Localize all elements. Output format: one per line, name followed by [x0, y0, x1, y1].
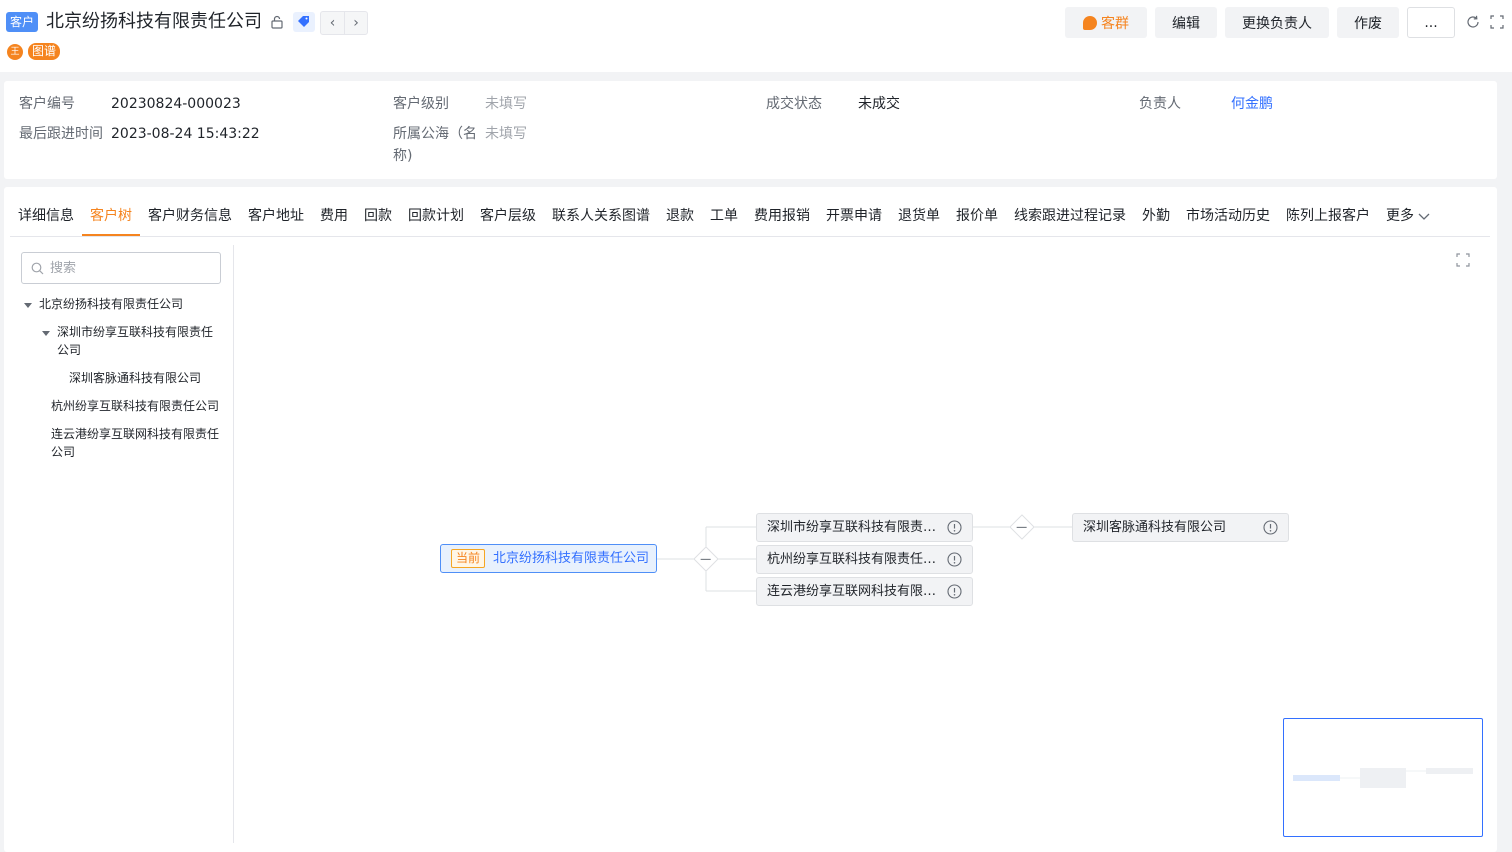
graph-node-hangzhou[interactable]: 杭州纷享互联科技有限责任公司: [756, 545, 973, 574]
owner-label: 负责人: [1139, 96, 1181, 112]
current-tag: 当前: [451, 549, 486, 568]
detail-panel: 详细信息 客户树 客户财务信息 客户地址 费用 回款 回款计划 客户层级 联系人…: [4, 187, 1497, 852]
object-type-badge: 客户: [6, 12, 38, 32]
info-icon[interactable]: [947, 552, 962, 567]
tree-node-root[interactable]: 北京纷扬科技有限责任公司: [39, 295, 183, 313]
customer-group-label: 客群: [1101, 15, 1129, 32]
tab-lead-followup[interactable]: 线索跟进过程记录: [1006, 201, 1134, 236]
record-navigation: ‹ ›: [320, 11, 368, 35]
last-follow-value: 2023-08-24 15:43:22: [111, 126, 260, 142]
next-record-button[interactable]: ›: [343, 12, 367, 34]
tree-node-lianyungang-wrap[interactable]: 公司: [51, 443, 75, 461]
tab-reimbursement[interactable]: 费用报销: [746, 201, 818, 236]
info-icon[interactable]: [1263, 520, 1278, 535]
pool-label-line1: 所属公海（名: [393, 126, 477, 142]
customer-tree-panel: 北京纷扬科技有限责任公司 深圳市纷享互联科技有限责任 公司 深圳客脉通科技有限公…: [10, 245, 234, 843]
tab-finance[interactable]: 客户财务信息: [140, 201, 240, 236]
refresh-icon[interactable]: [1466, 15, 1480, 29]
collapse-toggle[interactable]: [1009, 514, 1035, 540]
customer-no-value: 20230824-000023: [111, 96, 241, 112]
tab-more[interactable]: 更多: [1378, 201, 1439, 236]
tree-search-input[interactable]: [50, 253, 216, 283]
graph-minimap[interactable]: [1283, 718, 1483, 837]
tree-node-shenzhen[interactable]: 深圳市纷享互联科技有限责任: [57, 323, 213, 341]
tab-detail[interactable]: 详细信息: [10, 201, 82, 236]
prev-record-button[interactable]: ‹: [321, 12, 344, 34]
map-tag[interactable]: 图谱: [28, 43, 61, 60]
lock-icon[interactable]: [270, 15, 284, 29]
info-icon[interactable]: [947, 520, 962, 535]
last-follow-label: 最后跟进时间: [19, 126, 103, 142]
more-actions-button[interactable]: ...: [1407, 7, 1455, 38]
tag-icon[interactable]: [293, 12, 315, 32]
customer-group-button[interactable]: 客群: [1065, 7, 1147, 38]
tree-node-shenzhen-wrap[interactable]: 公司: [57, 341, 81, 359]
search-icon: [31, 262, 44, 275]
graph-node-current-label: 北京纷扬科技有限责任公司: [493, 551, 650, 566]
chevron-right-icon: ›: [353, 15, 359, 31]
chevron-left-icon: ‹: [329, 15, 336, 31]
tab-expense[interactable]: 费用: [312, 201, 356, 236]
tree-node-lianyungang[interactable]: 连云港纷享互联网科技有限责任: [51, 425, 219, 443]
graph-node-kemaitong[interactable]: 深圳客脉通科技有限公司: [1072, 513, 1289, 542]
expand-caret-icon[interactable]: [42, 331, 50, 336]
void-button[interactable]: 作废: [1337, 7, 1399, 38]
graph-node-lianyungang-label: 连云港纷享互联网科技有限责任公司: [767, 584, 937, 599]
record-header: 客户 北京纷扬科技有限责任公司 ‹ › 王 图谱 客群 编辑 更换负责人 作废 …: [0, 0, 1512, 72]
minimap-preview: [1293, 768, 1473, 788]
chat-bubble-icon: [1083, 15, 1097, 30]
chevron-down-icon: [1418, 213, 1430, 220]
minus-icon: [1016, 526, 1027, 528]
pool-label-line2: 称): [393, 148, 413, 164]
graph-node-shenzhen-label: 深圳市纷享互联科技有限责任公司: [767, 520, 937, 535]
tab-hierarchy[interactable]: 客户层级: [472, 201, 544, 236]
tree-node-kemaitong[interactable]: 深圳客脉通科技有限公司: [69, 369, 201, 387]
tab-contact-graph[interactable]: 联系人关系图谱: [544, 201, 658, 236]
level-label: 客户级别: [393, 96, 449, 112]
level-value: 未填写: [485, 96, 527, 112]
fullscreen-icon[interactable]: [1456, 253, 1470, 267]
tab-refund[interactable]: 退款: [658, 201, 702, 236]
tab-address[interactable]: 客户地址: [240, 201, 312, 236]
change-owner-button[interactable]: 更换负责人: [1225, 7, 1329, 38]
tab-field-work[interactable]: 外勤: [1134, 201, 1178, 236]
minus-icon: [700, 558, 711, 560]
tab-quote[interactable]: 报价单: [948, 201, 1006, 236]
tab-campaign-history[interactable]: 市场活动历史: [1178, 201, 1278, 236]
page-title: 北京纷扬科技有限责任公司: [46, 11, 262, 32]
tab-payment[interactable]: 回款: [356, 201, 400, 236]
tab-work-order[interactable]: 工单: [702, 201, 746, 236]
deal-status-label: 成交状态: [766, 96, 822, 112]
summary-card: 客户编号 20230824-000023 客户级别 未填写 成交状态 未成交 负…: [4, 81, 1497, 179]
expand-caret-icon[interactable]: [24, 303, 32, 308]
tab-customer-tree[interactable]: 客户树: [82, 201, 140, 236]
tab-return-order[interactable]: 退货单: [890, 201, 948, 236]
owner-link[interactable]: 何金鹏: [1231, 93, 1273, 115]
info-icon[interactable]: [947, 584, 962, 599]
graph-node-hangzhou-label: 杭州纷享互联科技有限责任公司: [767, 552, 937, 567]
tab-invoice[interactable]: 开票申请: [818, 201, 890, 236]
graph-node-shenzhen[interactable]: 深圳市纷享互联科技有限责任公司: [756, 513, 973, 542]
tab-more-label: 更多: [1386, 208, 1414, 224]
graph-node-lianyungang[interactable]: 连云港纷享互联网科技有限责任公司: [756, 577, 973, 606]
edit-button[interactable]: 编辑: [1155, 7, 1217, 38]
tree-node-hangzhou[interactable]: 杭州纷享互联科技有限责任公司: [51, 397, 219, 415]
tab-payment-plan[interactable]: 回款计划: [400, 201, 472, 236]
collapse-toggle[interactable]: [693, 546, 719, 572]
tab-bar: 详细信息 客户树 客户财务信息 客户地址 费用 回款 回款计划 客户层级 联系人…: [10, 201, 1490, 237]
pool-value: 未填写: [485, 126, 527, 142]
tab-display-report[interactable]: 陈列上报客户: [1278, 201, 1378, 236]
graph-node-current[interactable]: 当前 北京纷扬科技有限责任公司: [440, 544, 657, 573]
expand-icon[interactable]: [1490, 15, 1504, 29]
tree-search: [21, 252, 221, 284]
user-avatar-icon[interactable]: 王: [7, 44, 23, 60]
deal-status-value: 未成交: [858, 96, 900, 112]
graph-node-kemaitong-label: 深圳客脉通科技有限公司: [1083, 520, 1227, 535]
customer-no-label: 客户编号: [19, 96, 75, 112]
